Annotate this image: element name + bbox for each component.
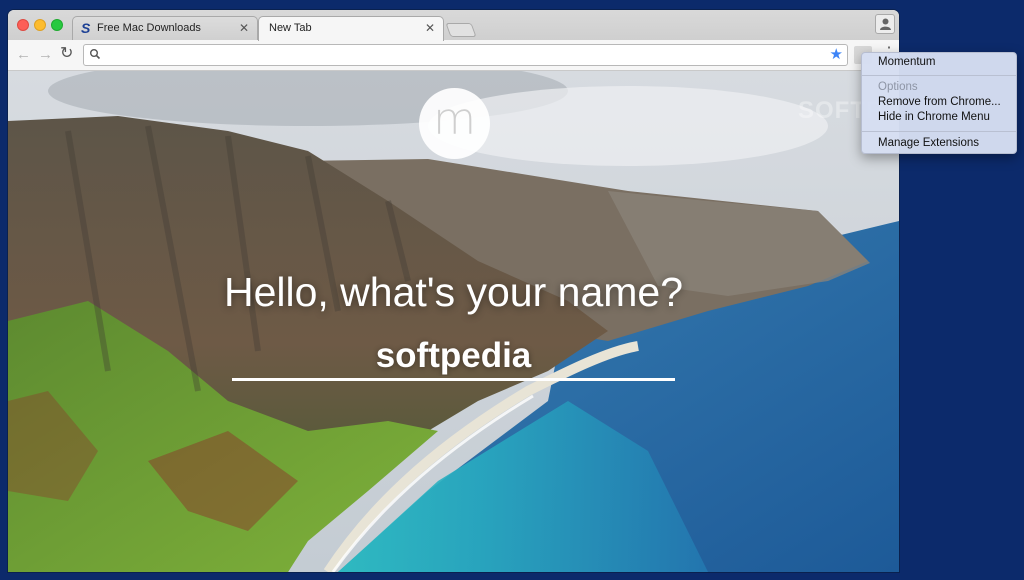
address-input[interactable] xyxy=(106,47,830,65)
softpedia-favicon-icon: S xyxy=(81,20,91,36)
person-icon xyxy=(880,18,891,30)
forward-arrow-icon[interactable]: → xyxy=(38,47,53,62)
name-input[interactable] xyxy=(232,333,675,381)
toolbar: ← → ↻ ★ ⋮ xyxy=(8,40,899,71)
menu-item-hide-in-chrome-menu[interactable]: Hide in Chrome Menu xyxy=(878,111,990,123)
menu-separator xyxy=(862,75,1016,76)
reload-icon[interactable]: ↻ xyxy=(60,46,73,62)
zoom-window-button[interactable] xyxy=(51,19,63,31)
extension-context-menu: Momentum Options Remove from Chrome... H… xyxy=(861,52,1017,154)
profile-button[interactable] xyxy=(875,14,895,34)
new-tab-button[interactable] xyxy=(445,23,477,37)
browser-window: S Free Mac Downloads ✕ New Tab ✕ ← → ↻ ★ xyxy=(8,10,899,572)
search-icon xyxy=(90,49,101,60)
menu-item-options: Options xyxy=(878,81,918,93)
close-tab-icon[interactable]: ✕ xyxy=(239,21,249,35)
back-arrow-icon[interactable]: ← xyxy=(16,47,31,62)
tab-strip: S Free Mac Downloads ✕ New Tab ✕ xyxy=(8,10,899,41)
momentum-logo-icon: m xyxy=(419,88,490,159)
logo-letter: m xyxy=(433,94,476,145)
tab-title: New Tab xyxy=(269,22,312,34)
tab-new-tab[interactable]: New Tab ✕ xyxy=(258,16,444,41)
momentum-new-tab-page: SOFTP m Hello, what's your name? xyxy=(8,71,899,572)
star-icon[interactable]: ★ xyxy=(830,46,843,64)
address-bar[interactable]: ★ xyxy=(83,44,848,66)
greeting-prompt: Hello, what's your name? xyxy=(223,269,684,315)
close-tab-icon[interactable]: ✕ xyxy=(425,21,435,35)
menu-item-manage-extensions[interactable]: Manage Extensions xyxy=(878,137,979,149)
close-window-button[interactable] xyxy=(17,19,29,31)
menu-item-remove-from-chrome[interactable]: Remove from Chrome... xyxy=(878,96,1001,108)
tab-free-mac-downloads[interactable]: S Free Mac Downloads ✕ xyxy=(72,16,258,40)
menu-separator xyxy=(862,131,1016,132)
tab-title: Free Mac Downloads xyxy=(97,22,201,34)
minimize-window-button[interactable] xyxy=(34,19,46,31)
menu-item-momentum[interactable]: Momentum xyxy=(878,56,936,68)
